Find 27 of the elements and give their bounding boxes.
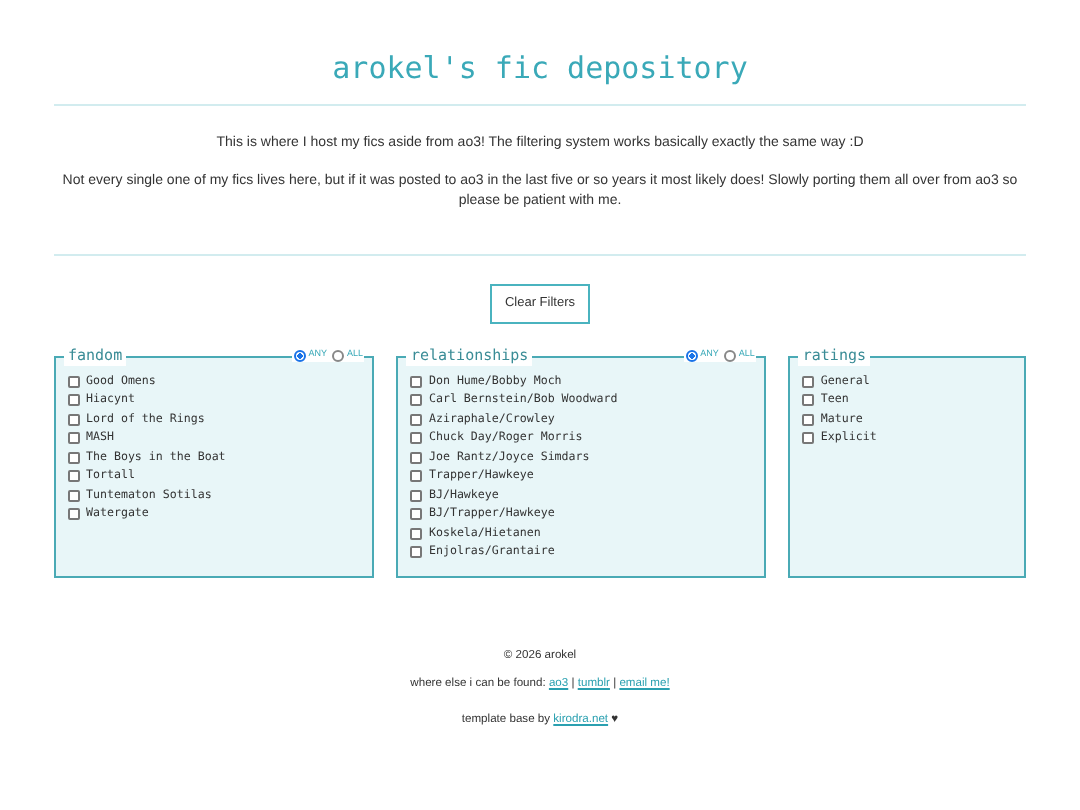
checkbox[interactable] xyxy=(410,489,423,502)
checkbox[interactable] xyxy=(68,489,80,502)
checkbox[interactable] xyxy=(68,508,80,521)
radio-button[interactable] xyxy=(332,349,345,362)
checkbox[interactable] xyxy=(802,413,815,426)
checkbox[interactable] xyxy=(410,413,423,426)
checkbox[interactable] xyxy=(68,413,80,426)
checkbox[interactable] xyxy=(802,432,815,445)
checkbox[interactable] xyxy=(410,394,423,407)
checkbox[interactable] xyxy=(802,394,815,407)
checkbox[interactable] xyxy=(410,546,423,559)
checkbox[interactable] xyxy=(68,375,80,388)
radio-button[interactable] xyxy=(294,349,307,362)
checkbox[interactable] xyxy=(68,470,80,483)
radio-button[interactable] xyxy=(724,349,737,362)
checkbox[interactable] xyxy=(410,375,423,388)
checkbox[interactable] xyxy=(68,394,80,407)
checkbox[interactable] xyxy=(410,451,423,464)
checkbox[interactable] xyxy=(802,375,815,388)
checkbox[interactable] xyxy=(410,432,423,445)
checkbox[interactable] xyxy=(410,470,423,483)
checkbox[interactable] xyxy=(68,432,80,445)
checkbox[interactable] xyxy=(410,508,423,521)
page-title: arokel's fic depository xyxy=(330,50,750,86)
checkbox[interactable] xyxy=(410,527,423,540)
checkbox[interactable] xyxy=(68,451,80,464)
radio-button[interactable] xyxy=(686,349,699,362)
